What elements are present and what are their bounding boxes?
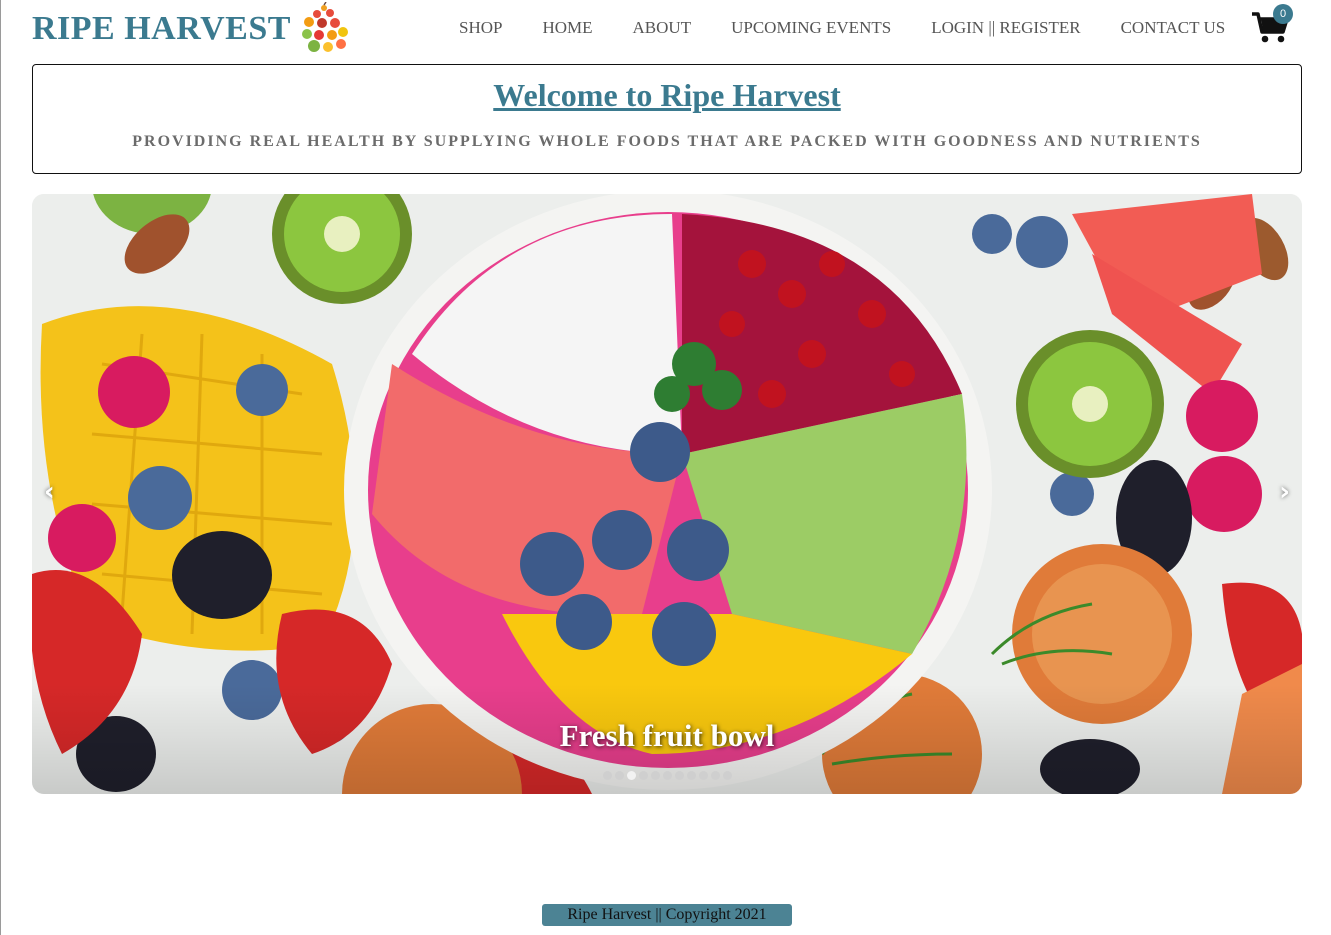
slide-caption: Fresh fruit bowl xyxy=(559,718,775,753)
site-header: RIPE HARVEST SHOP HOME ABOUT UPCOMING EV… xyxy=(1,0,1331,58)
fruit-bowl-image xyxy=(32,194,1302,794)
welcome-subtitle: PROVIDING REAL HEALTH BY SUPPLYING WHOLE… xyxy=(132,133,1202,150)
slideshow-dot[interactable] xyxy=(638,771,648,780)
cart-count-badge: 0 xyxy=(1273,4,1293,24)
slideshow-dot[interactable] xyxy=(614,771,624,780)
nav-login-register[interactable]: LOGIN || REGISTER xyxy=(931,18,1080,38)
welcome-banner: Welcome to Ripe Harvest PROVIDING REAL H… xyxy=(32,64,1302,174)
footer-copyright: Ripe Harvest || Copyright 2021 xyxy=(542,904,792,926)
slideshow-dot[interactable] xyxy=(710,771,720,780)
slideshow-dot[interactable] xyxy=(662,771,672,780)
fruit-logo-icon xyxy=(301,2,348,52)
slideshow-dot[interactable] xyxy=(722,771,732,780)
brand-name: RIPE HARVEST xyxy=(32,10,291,47)
nav-upcoming-events[interactable]: UPCOMING EVENTS xyxy=(731,18,891,38)
slideshow-dots xyxy=(32,771,1302,780)
nav-shop[interactable]: SHOP xyxy=(459,18,502,38)
slideshow-dot[interactable] xyxy=(698,771,708,780)
slideshow-dot[interactable] xyxy=(602,771,612,780)
slideshow-dot[interactable] xyxy=(650,771,660,780)
logo[interactable]: RIPE HARVEST xyxy=(32,2,351,54)
nav-contact-us[interactable]: CONTACT US xyxy=(1121,18,1226,38)
slideshow-next-button[interactable]: › xyxy=(1279,477,1290,507)
slideshow-prev-button[interactable]: ‹ xyxy=(44,477,55,507)
slideshow-dot[interactable] xyxy=(686,771,696,780)
hero-slideshow: ‹ › Fresh fruit bowl xyxy=(32,194,1302,794)
main-nav: SHOP HOME ABOUT UPCOMING EVENTS LOGIN ||… xyxy=(459,18,1265,38)
welcome-title[interactable]: Welcome to Ripe Harvest xyxy=(493,76,840,114)
nav-home[interactable]: HOME xyxy=(542,18,592,38)
slideshow-dot[interactable] xyxy=(674,771,684,780)
nav-about[interactable]: ABOUT xyxy=(633,18,692,38)
slideshow-dot[interactable] xyxy=(626,771,636,780)
